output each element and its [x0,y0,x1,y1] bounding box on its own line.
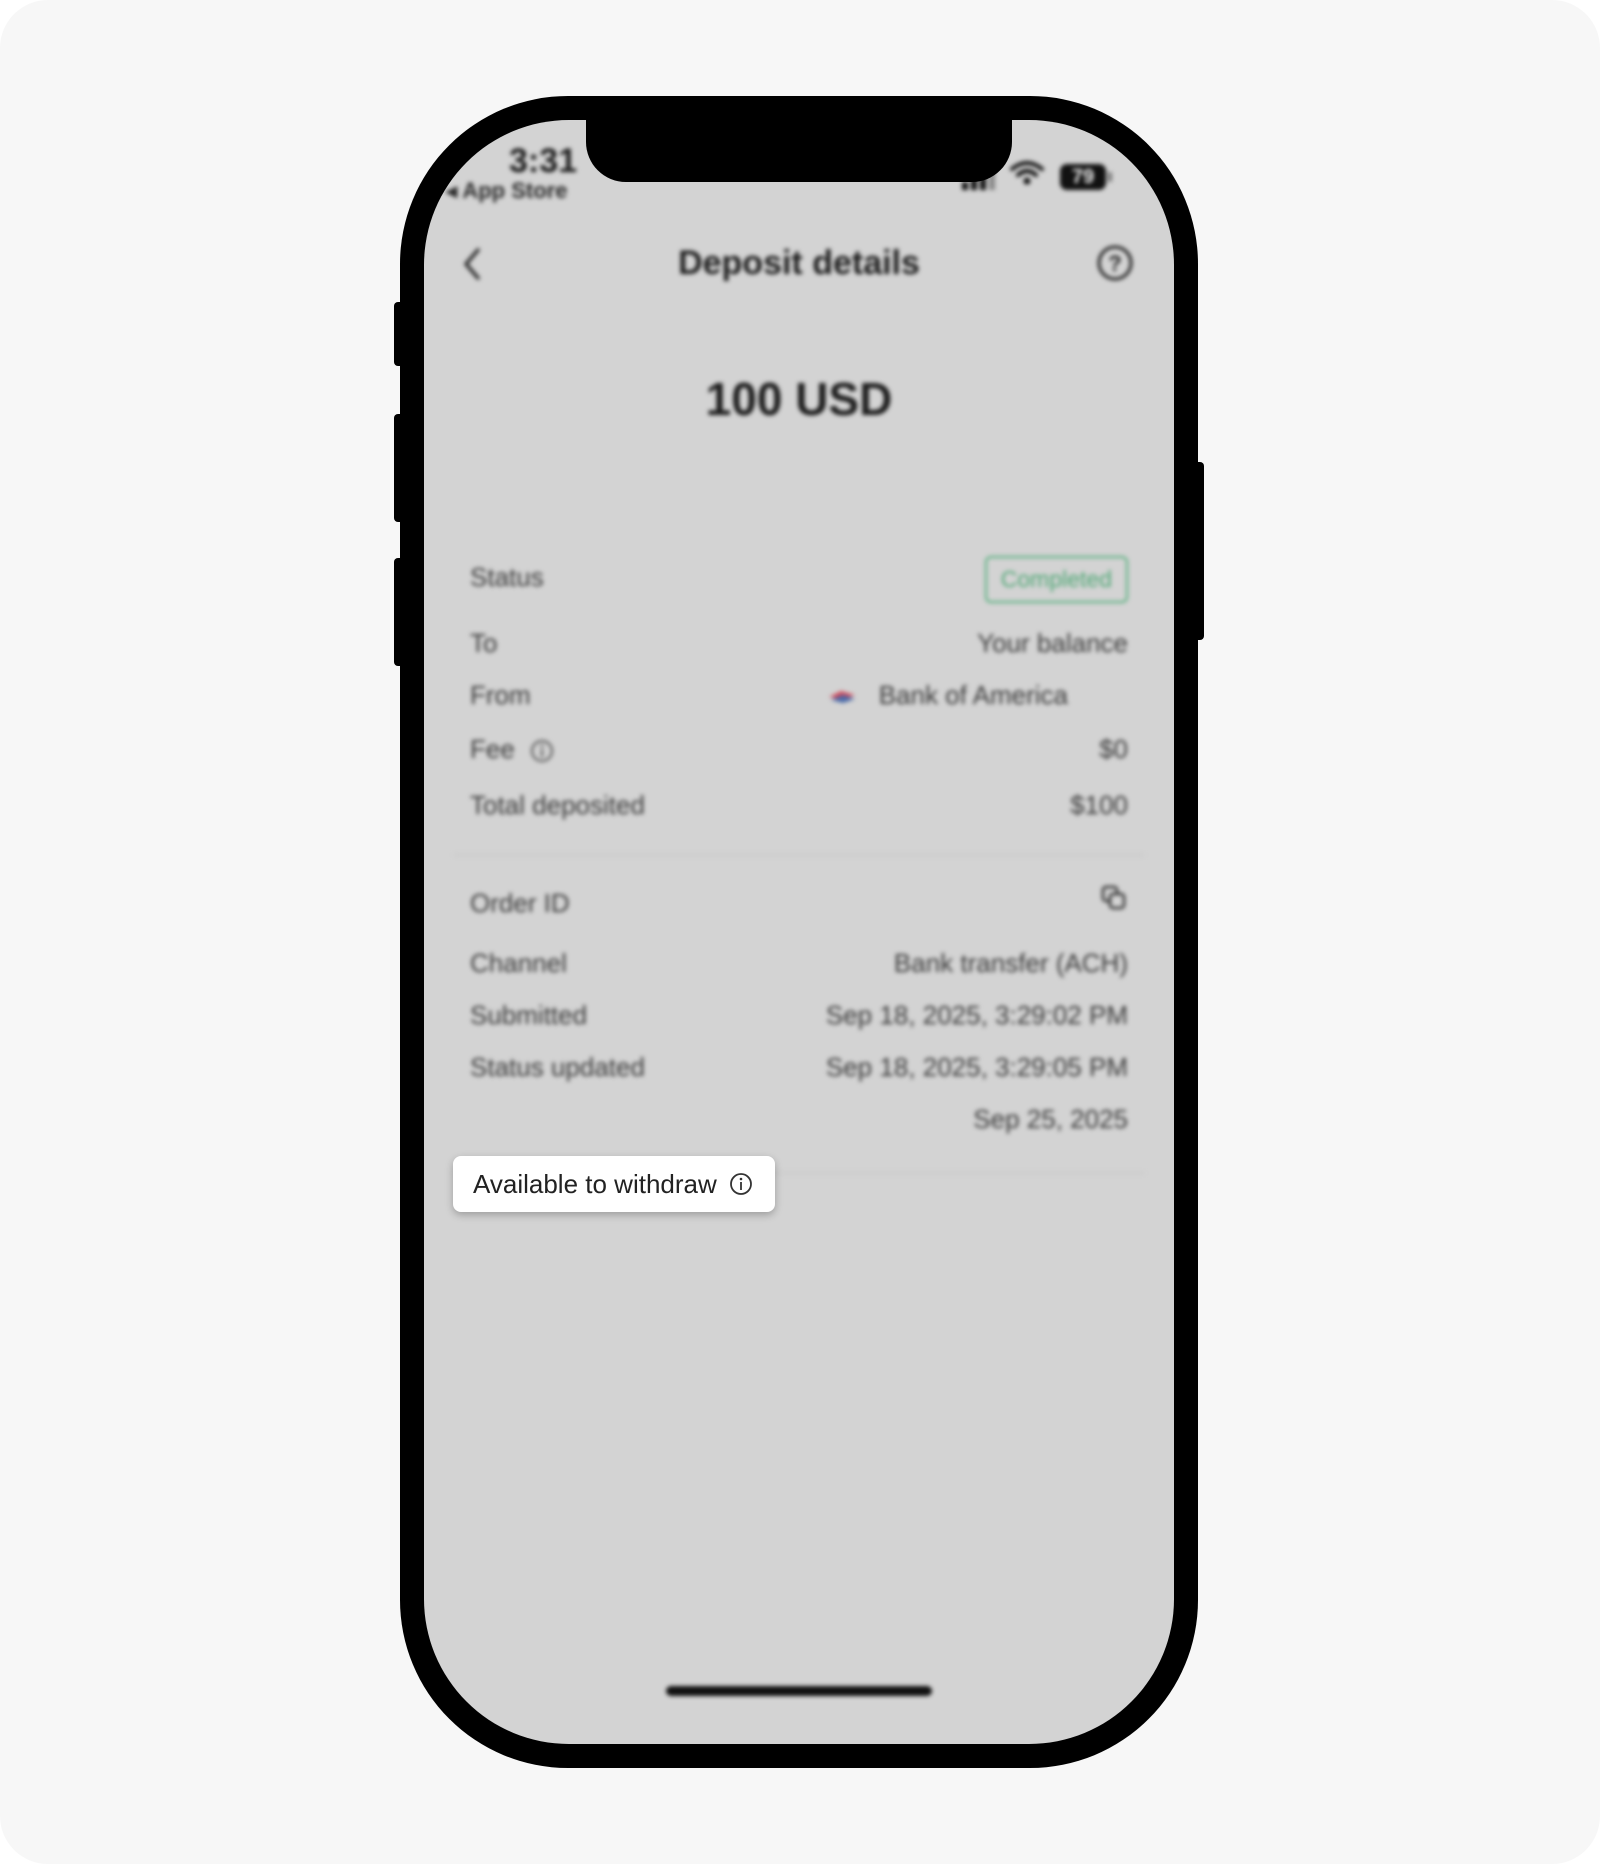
phone-notch [586,120,1012,182]
from-row: From Bank of America [470,674,1128,718]
channel-value: Bank transfer (ACH) [893,948,1128,978]
from-value-group: Bank of America [827,680,1068,711]
total-row: Total deposited $100 [470,784,1128,828]
help-icon[interactable]: ? [1096,244,1134,287]
submitted-value: Sep 18, 2025, 3:29:02 PM [825,1000,1128,1030]
fee-label: Fee [470,734,515,764]
copy-icon[interactable] [1100,884,1128,919]
status-updated-row: Status updated Sep 18, 2025, 3:29:05 PM [470,1046,1128,1090]
status-updated-label: Status updated [470,1052,645,1082]
fee-row: Fee $0 [470,728,1128,772]
phone-screen: 3:31 ◂ App Store 79 Deposit details ? 10… [424,120,1174,1744]
channel-label: Channel [470,948,567,978]
back-to-app-store[interactable]: ◂ App Store [446,178,567,204]
total-label: Total deposited [470,790,645,820]
status-updated-value: Sep 18, 2025, 3:29:05 PM [825,1052,1128,1082]
status-row: Status Completed [470,556,1128,603]
page-title: Deposit details [678,244,920,282]
section-divider [454,854,1144,856]
status-badge: Completed [984,556,1128,603]
available-info-icon[interactable] [729,1172,753,1196]
svg-text:?: ? [1108,251,1121,276]
channel-row: Channel Bank transfer (ACH) [470,942,1128,986]
available-label: Available to withdraw [473,1168,717,1199]
to-value: Your balance [977,628,1128,658]
to-row: To Your balance [470,622,1128,666]
fee-info-icon[interactable] [530,739,554,763]
available-row: Sep 25, 2025 [470,1098,1128,1142]
battery-icon: 79 [1060,164,1112,190]
status-time: 3:31 [509,142,578,180]
order-id-label: Order ID [470,888,570,918]
total-value: $100 [1070,790,1128,820]
fee-value: $0 [1099,734,1128,764]
home-indicator[interactable] [666,1686,932,1696]
submitted-row: Submitted Sep 18, 2025, 3:29:02 PM [470,994,1128,1038]
submitted-label: Submitted [470,1000,588,1030]
order-id-row: Order ID [470,882,1128,926]
to-label: To [470,628,498,658]
from-value: Bank of America [878,680,1068,710]
available-to-withdraw-callout[interactable]: Available to withdraw [453,1156,775,1212]
bank-of-america-logo-icon [829,691,856,704]
available-value: Sep 25, 2025 [973,1104,1128,1134]
fee-label-group: Fee [470,734,554,765]
status-label: Status [470,562,544,592]
wifi-icon [1010,160,1044,191]
from-label: From [470,680,531,710]
deposit-amount: 100 USD [705,373,893,425]
